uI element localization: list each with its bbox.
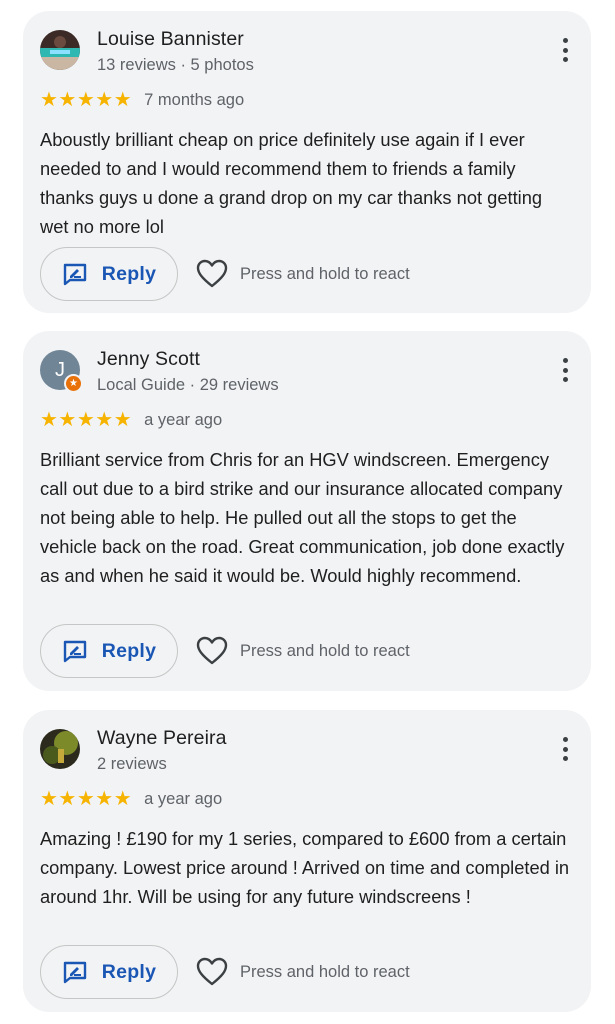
reviewer-meta: 2 reviews — [97, 755, 167, 773]
react-hint: Press and hold to react — [240, 641, 410, 660]
more-vert-icon[interactable] — [561, 737, 569, 765]
avatar[interactable] — [40, 729, 80, 769]
reply-label: Reply — [101, 960, 157, 983]
rating-row: ★★★★★ a year ago — [40, 409, 222, 431]
reviewer-name[interactable]: Wayne Pereira — [97, 727, 227, 750]
profile-photo — [40, 729, 80, 769]
reply-edit-icon — [63, 961, 86, 984]
reply-label: Reply — [101, 639, 157, 662]
reply-label: Reply — [101, 262, 157, 285]
review-actions: Reply Press and hold to react — [40, 247, 410, 301]
reviewer-meta: Local Guide · 29 reviews — [97, 376, 279, 394]
rating-row: ★★★★★ a year ago — [40, 788, 222, 810]
reply-button[interactable]: Reply — [40, 624, 178, 678]
reviewer-name[interactable]: Louise Bannister — [97, 28, 244, 51]
review-date: 7 months ago — [144, 90, 245, 109]
reply-edit-icon — [63, 640, 86, 663]
review-text: Amazing ! £190 for my 1 series, compared… — [40, 828, 570, 907]
star-rating: ★★★★★ — [40, 89, 133, 111]
review-card: Louise Bannister 13 reviews · 5 photos ★… — [23, 11, 591, 313]
heart-outline-icon[interactable] — [196, 636, 228, 666]
local-guide-star-icon: ★ — [64, 374, 83, 393]
review-actions: Reply Press and hold to react — [40, 945, 410, 999]
reply-edit-icon — [63, 263, 86, 286]
reply-button[interactable]: Reply — [40, 945, 178, 999]
more-vert-icon[interactable] — [561, 38, 569, 66]
heart-outline-icon[interactable] — [196, 957, 228, 987]
heart-outline-icon[interactable] — [196, 259, 228, 289]
reviews-feed: Louise Bannister 13 reviews · 5 photos ★… — [0, 0, 615, 1024]
review-text: Aboustly brilliant cheap on price defini… — [40, 129, 543, 237]
reviewer-name[interactable]: Jenny Scott — [97, 348, 200, 371]
profile-photo — [40, 30, 80, 70]
star-rating: ★★★★★ — [40, 409, 133, 431]
review-actions: Reply Press and hold to react — [40, 624, 410, 678]
avatar[interactable]: J ★ — [40, 350, 83, 393]
rating-row: ★★★★★ 7 months ago — [40, 89, 244, 111]
reviewer-meta: 13 reviews · 5 photos — [97, 56, 254, 74]
more-vert-icon[interactable] — [561, 358, 569, 386]
react-hint: Press and hold to react — [240, 962, 410, 981]
react-hint: Press and hold to react — [240, 264, 410, 283]
star-rating: ★★★★★ — [40, 788, 133, 810]
review-date: a year ago — [144, 410, 223, 429]
review-card: J ★ Jenny Scott Local Guide · 29 reviews… — [23, 331, 591, 691]
avatar[interactable] — [40, 30, 80, 70]
review-card: Wayne Pereira 2 reviews ★★★★★ a year ago… — [23, 710, 591, 1012]
review-text: Brilliant service from Chris for an HGV … — [40, 449, 565, 586]
reply-button[interactable]: Reply — [40, 247, 178, 301]
review-date: a year ago — [144, 789, 223, 808]
